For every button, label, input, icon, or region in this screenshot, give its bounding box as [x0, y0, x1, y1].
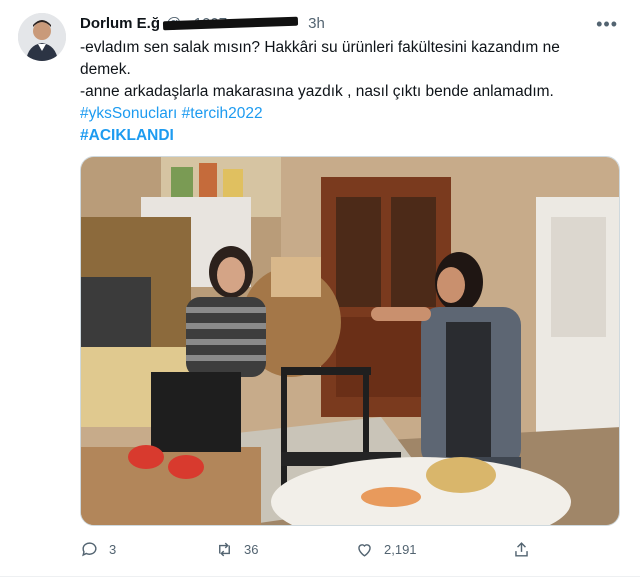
tweet-line-2: -anne arkadaşlarla makarasına yazdık , n…: [80, 83, 554, 100]
tweet-media-image[interactable]: [80, 156, 620, 526]
reply-count: 3: [109, 542, 117, 557]
more-horizontal-icon: •••: [596, 14, 618, 34]
retweet-icon: [219, 542, 230, 557]
retweet-button[interactable]: 36: [215, 540, 258, 559]
reply-icon: [82, 542, 97, 557]
heart-icon: [358, 544, 371, 557]
tweet-card[interactable]: Dorlum E.ğ @...1007 3h ••• -evladım sen …: [0, 0, 640, 577]
tweet-line-1: -evladım sen salak mısın? Hakkâri su ürü…: [80, 39, 560, 78]
retweet-count: 36: [244, 542, 259, 557]
timestamp[interactable]: 3h: [308, 15, 325, 32]
tweet-text: -evladım sen salak mısın? Hakkâri su ürü…: [80, 37, 600, 147]
hashtags[interactable]: #yksSonucları #tercih2022: [80, 103, 600, 125]
author-name[interactable]: Dorlum E.ğ: [80, 15, 160, 32]
share-button[interactable]: [512, 540, 531, 559]
like-count: 2,191: [384, 542, 417, 557]
hashtag-aciklandi[interactable]: #ACIKLANDI: [80, 125, 600, 147]
tweet-actions: 3 36 2,191: [80, 540, 530, 564]
avatar[interactable]: [18, 13, 66, 61]
more-options-button[interactable]: •••: [596, 14, 618, 35]
share-icon: [515, 542, 528, 557]
like-button[interactable]: 2,191: [355, 540, 417, 559]
tweet-header: Dorlum E.ğ @...1007 3h: [80, 12, 325, 34]
scene-image: [81, 157, 619, 525]
reply-button[interactable]: 3: [80, 540, 116, 559]
